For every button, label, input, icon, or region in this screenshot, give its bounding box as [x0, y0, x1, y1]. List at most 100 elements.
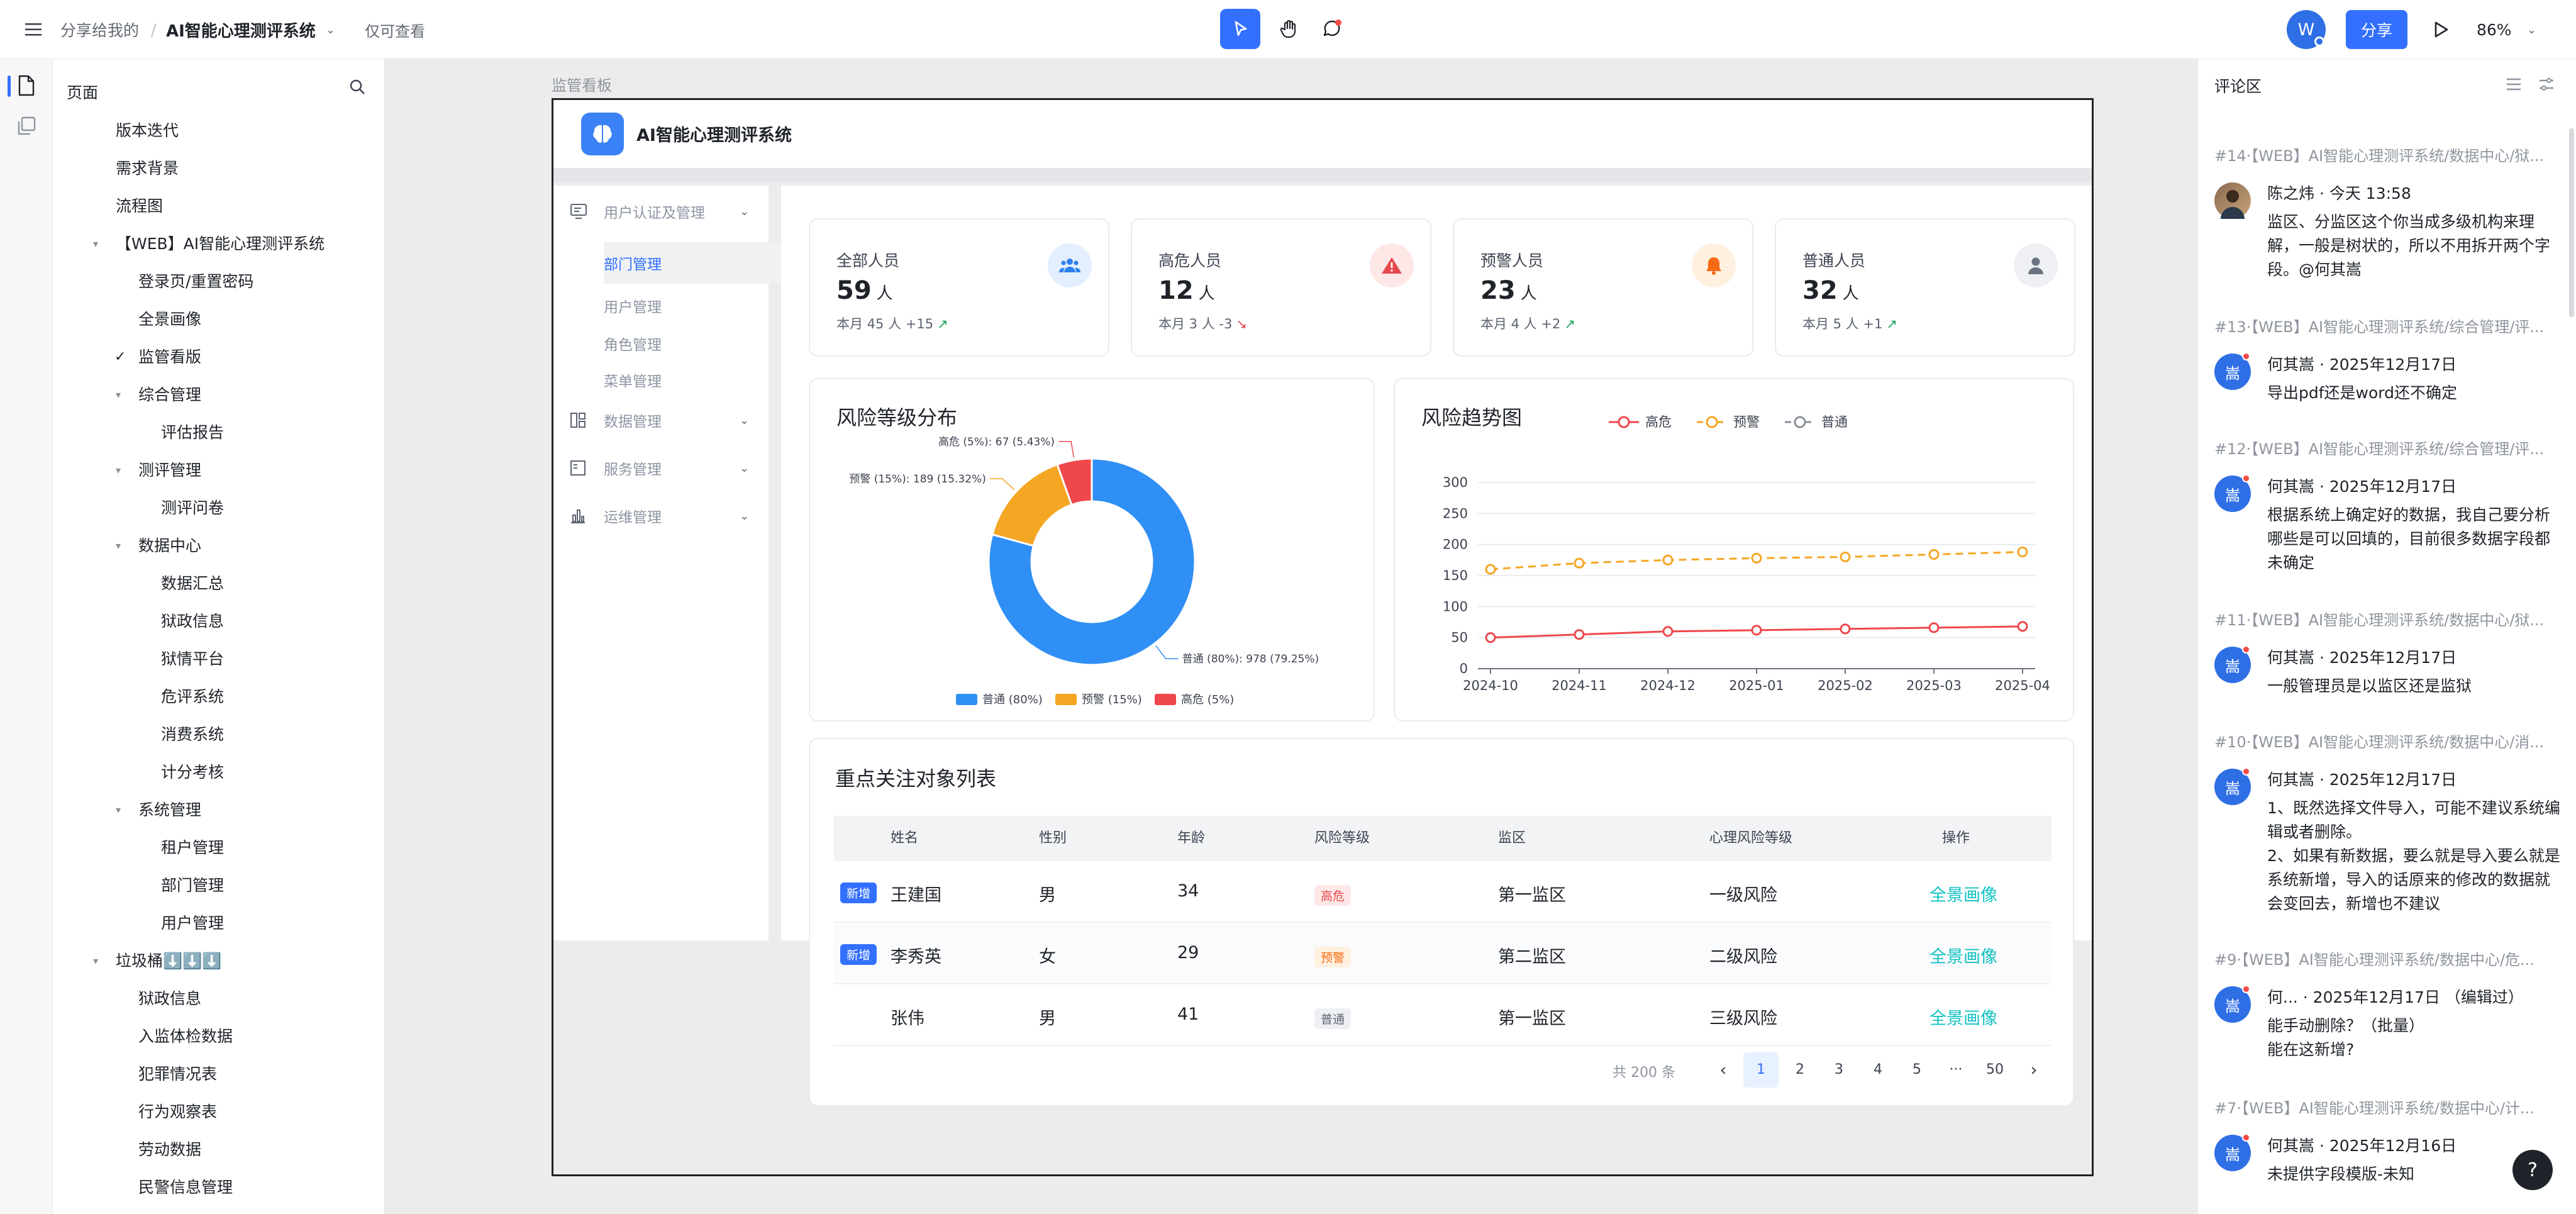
comment-reference[interactable]: #14·【WEB】AI智能心理测评系统/数据中心/狱...	[2214, 143, 2567, 165]
help-button[interactable]: ?	[2512, 1150, 2553, 1190]
filter-icon[interactable]	[2538, 77, 2555, 94]
comment-reference[interactable]: #10·【WEB】AI智能心理测评系统/数据中心/消...	[2214, 730, 2567, 752]
page-tree-item[interactable]: 狱政信息	[161, 608, 224, 635]
page-tree-item[interactable]: 狱政信息	[138, 985, 201, 1013]
trend-up-icon: ↗	[937, 316, 948, 331]
hand-tool-button[interactable]	[1269, 9, 1309, 49]
page-tree-item[interactable]: 民警信息管理	[138, 1174, 233, 1201]
page-tree-item[interactable]: 评估报告	[161, 419, 224, 447]
menu-ops-management[interactable]: 运维管理 ⌄	[553, 495, 767, 537]
share-button[interactable]: 分享	[2346, 10, 2407, 49]
comment-reference[interactable]: #12·【WEB】AI智能心理测评系统/综合管理/评...	[2214, 437, 2567, 459]
menu-icon[interactable]	[24, 0, 43, 59]
comment-tool-button[interactable]	[1312, 9, 1352, 49]
search-icon[interactable]	[348, 78, 366, 98]
table-row[interactable]: 张伟 男 41 普通 第一监区 三级风险 全景画像	[834, 984, 2051, 1046]
comment-reference[interactable]: #9·【WEB】AI智能心理测评系统/数据中心/危...	[2214, 947, 2567, 969]
page-tree-item[interactable]: 流程图	[116, 192, 163, 220]
pagination-prev[interactable]: ‹	[1706, 1052, 1741, 1088]
pagination-page[interactable]: ···	[1938, 1052, 1974, 1088]
page-tree-item[interactable]: 【WEB】AI智能心理测评系统	[116, 230, 325, 258]
page-tree-item[interactable]: 消费系统	[161, 721, 224, 749]
menu-user-management[interactable]: 用户管理	[553, 285, 767, 326]
page-tree-item[interactable]: 租户管理	[161, 834, 224, 862]
pagination-page[interactable]: 5	[1899, 1052, 1935, 1088]
pages-icon[interactable]	[16, 74, 36, 99]
menu-dept-management[interactable]: 部门管理	[553, 242, 767, 284]
page-tree-item[interactable]: 登录页/重置密码	[138, 268, 253, 296]
present-button[interactable]	[2425, 14, 2457, 45]
caret-down-icon[interactable]: ▾	[93, 230, 98, 258]
comment-header: 何其嵩 · 2025年12月17日	[2267, 352, 2457, 375]
page-tree-item[interactable]: 综合管理	[138, 381, 201, 409]
page-tree-item[interactable]: 测评管理	[138, 457, 201, 484]
pointer-tool-button[interactable]	[1220, 9, 1260, 49]
comment-reference[interactable]: #11·【WEB】AI智能心理测评系统/数据中心/狱...	[2214, 608, 2567, 630]
profile-link[interactable]: 全景画像	[1929, 881, 1997, 906]
stat-monthly-text: 本月 3 人 -3	[1158, 316, 1233, 331]
page-tree-item[interactable]: 垃圾桶⬇️⬇️⬇️	[116, 947, 221, 975]
stat-value: 59	[836, 276, 872, 305]
menu-menu-management[interactable]: 菜单管理	[553, 359, 767, 401]
page-tree-item[interactable]: 数据汇总	[161, 570, 224, 598]
pagination-page[interactable]: 50	[1977, 1052, 2012, 1088]
list-icon[interactable]	[2505, 77, 2523, 94]
page-tree-item[interactable]: 劳动数据	[138, 1136, 201, 1164]
page-tree-item[interactable]: 监管看版	[138, 343, 201, 371]
page-tree-item[interactable]: 计分考核	[161, 759, 224, 786]
page-tree-item[interactable]: 全景画像	[138, 306, 201, 333]
pagination-next[interactable]: ›	[2016, 1052, 2051, 1088]
page-tree-item[interactable]: 测评问卷	[161, 494, 224, 522]
profile-link[interactable]: 全景画像	[1929, 943, 1997, 967]
pagination-page[interactable]: 3	[1821, 1052, 1857, 1088]
stat-monthly: 本月 4 人 +2 ↗	[1480, 314, 1575, 333]
page-tree-item[interactable]: 系统管理	[138, 796, 201, 824]
menu-data-management[interactable]: 数据管理 ⌄	[553, 399, 767, 441]
pagination-page[interactable]: 2	[1782, 1052, 1818, 1088]
col-name: 姓名	[891, 830, 919, 846]
pagination-total: 共 200 条	[1613, 1065, 1675, 1081]
layers-icon[interactable]	[16, 116, 36, 140]
page-tree-item[interactable]: 版本迭代	[116, 117, 179, 145]
caret-down-icon[interactable]: ▾	[116, 457, 121, 484]
page-tree-item[interactable]: 入监体检数据	[138, 1023, 233, 1050]
pagination-page[interactable]: 4	[1860, 1052, 1896, 1088]
cell-name: 张伟	[891, 1009, 924, 1028]
profile-link[interactable]: 全景画像	[1929, 1005, 1997, 1029]
menu-user-auth[interactable]: 用户认证及管理 ⌄	[553, 191, 767, 232]
zoom-level[interactable]: 86%	[2477, 0, 2512, 59]
page-tree-item[interactable]: 部门管理	[161, 872, 224, 899]
page-tree-item[interactable]: 犯罪情况表	[138, 1061, 217, 1088]
comment-reference[interactable]: #13·【WEB】AI智能心理测评系统/综合管理/评...	[2214, 315, 2567, 337]
page-tree-item[interactable]: 用户管理	[161, 910, 224, 937]
caret-down-icon[interactable]: ▾	[116, 796, 121, 824]
page-tree-item[interactable]: 数据中心	[138, 532, 201, 560]
chevron-down-icon[interactable]: ⌄	[326, 0, 335, 59]
breadcrumb-shared[interactable]: 分享给我的	[60, 0, 139, 59]
table-row[interactable]: 新增 李秀英 女 29 预警 第二监区 二级风险 全景画像	[834, 923, 2051, 984]
menu-service-management[interactable]: 服务管理 ⌄	[553, 447, 767, 489]
table-row[interactable]: 新增 王建国 男 34 高危 第一监区 一级风险 全景画像	[834, 861, 2051, 923]
zoom-chevron-icon[interactable]: ⌄	[2527, 0, 2536, 59]
comments-scrollbar[interactable]	[2569, 128, 2574, 317]
page-tree-item[interactable]: 行为观察表	[138, 1098, 217, 1126]
focus-list-card: 重点关注对象列表 姓名 性别 年龄 风险等级 监区 心理风险等级 操作 新增 王建…	[809, 738, 2074, 1106]
pie-leader-line	[989, 478, 1015, 491]
stat-monthly-text: 本月 5 人 +1	[1802, 316, 1883, 331]
caret-down-icon[interactable]: ▾	[116, 381, 121, 409]
page-tree-item[interactable]: 狱情平台	[161, 645, 224, 673]
caret-down-icon[interactable]: ▾	[93, 947, 98, 975]
comment-reference[interactable]: #7·【WEB】AI智能心理测评系统/数据中心/计...	[2214, 1096, 2567, 1118]
comment-body: 1、既然选择文件导入，可能不建议系统编辑或者删除。 2、如果有新数据，要么就是导入…	[2267, 796, 2563, 916]
page-tree-item[interactable]: 需求背景	[116, 155, 179, 182]
comment-body: 监区、分监区这个你当成多级机构来理解，一般是树状的，所以不用拆开两个字段。@何其…	[2267, 210, 2563, 282]
stat-unit: 人	[1842, 284, 1859, 303]
page-tree-item[interactable]: 危评系统	[161, 683, 224, 711]
dashboard-frame[interactable]: AI智能心理测评系统 用户认证及管理 ⌄ 部门管理 用户管理 角色管理 菜单管理…	[552, 98, 2094, 1176]
document-title[interactable]: AI智能心理测评系统	[166, 0, 316, 59]
pie-slice-label: 高危 (5%): 67 (5.43%)	[938, 436, 1055, 448]
pagination-page[interactable]: 1	[1743, 1052, 1779, 1088]
frame-label[interactable]: 监管看板	[552, 73, 612, 95]
menu-role-management[interactable]: 角色管理	[553, 323, 767, 364]
caret-down-icon[interactable]: ▾	[116, 532, 121, 560]
